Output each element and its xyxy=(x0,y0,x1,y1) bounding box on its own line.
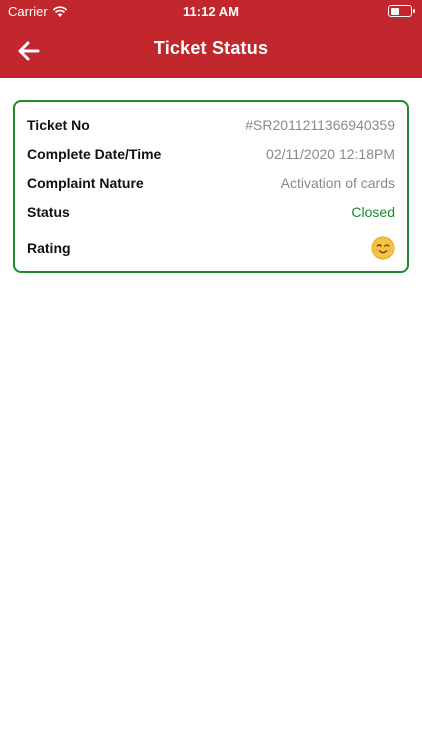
nav-bar: Ticket Status xyxy=(0,24,422,78)
ticket-card: Ticket No #SR2011211366940359 Complete D… xyxy=(13,100,409,273)
complaint-nature-label: Complaint Nature xyxy=(27,175,144,191)
complete-datetime-row: Complete Date/Time 02/11/2020 12:18PM xyxy=(27,143,395,165)
rating-label: Rating xyxy=(27,240,71,256)
ticket-number-row: Ticket No #SR2011211366940359 xyxy=(27,114,395,136)
battery-icon xyxy=(388,5,415,17)
app-header: Carrier 11:12 AM Ticket Status xyxy=(0,0,422,78)
page-title: Ticket Status xyxy=(153,38,269,58)
complete-datetime-label: Complete Date/Time xyxy=(27,146,162,162)
clock: 11:12 AM xyxy=(183,4,239,19)
ticket-number-value: #SR2011211366940359 xyxy=(245,117,395,133)
complaint-nature-row: Complaint Nature Activation of cards xyxy=(27,172,395,194)
status-badge: Closed xyxy=(351,204,395,220)
ticket-number-label: Ticket No xyxy=(27,117,90,133)
smiling-face-icon xyxy=(371,236,395,260)
status-label: Status xyxy=(27,204,70,220)
rating-row: Rating xyxy=(27,236,395,260)
complaint-nature-value: Activation of cards xyxy=(280,175,395,191)
status-row: Status Closed xyxy=(27,201,395,223)
complete-datetime-value: 02/11/2020 12:18PM xyxy=(266,146,395,162)
status-bar: Carrier 11:12 AM xyxy=(0,0,422,22)
